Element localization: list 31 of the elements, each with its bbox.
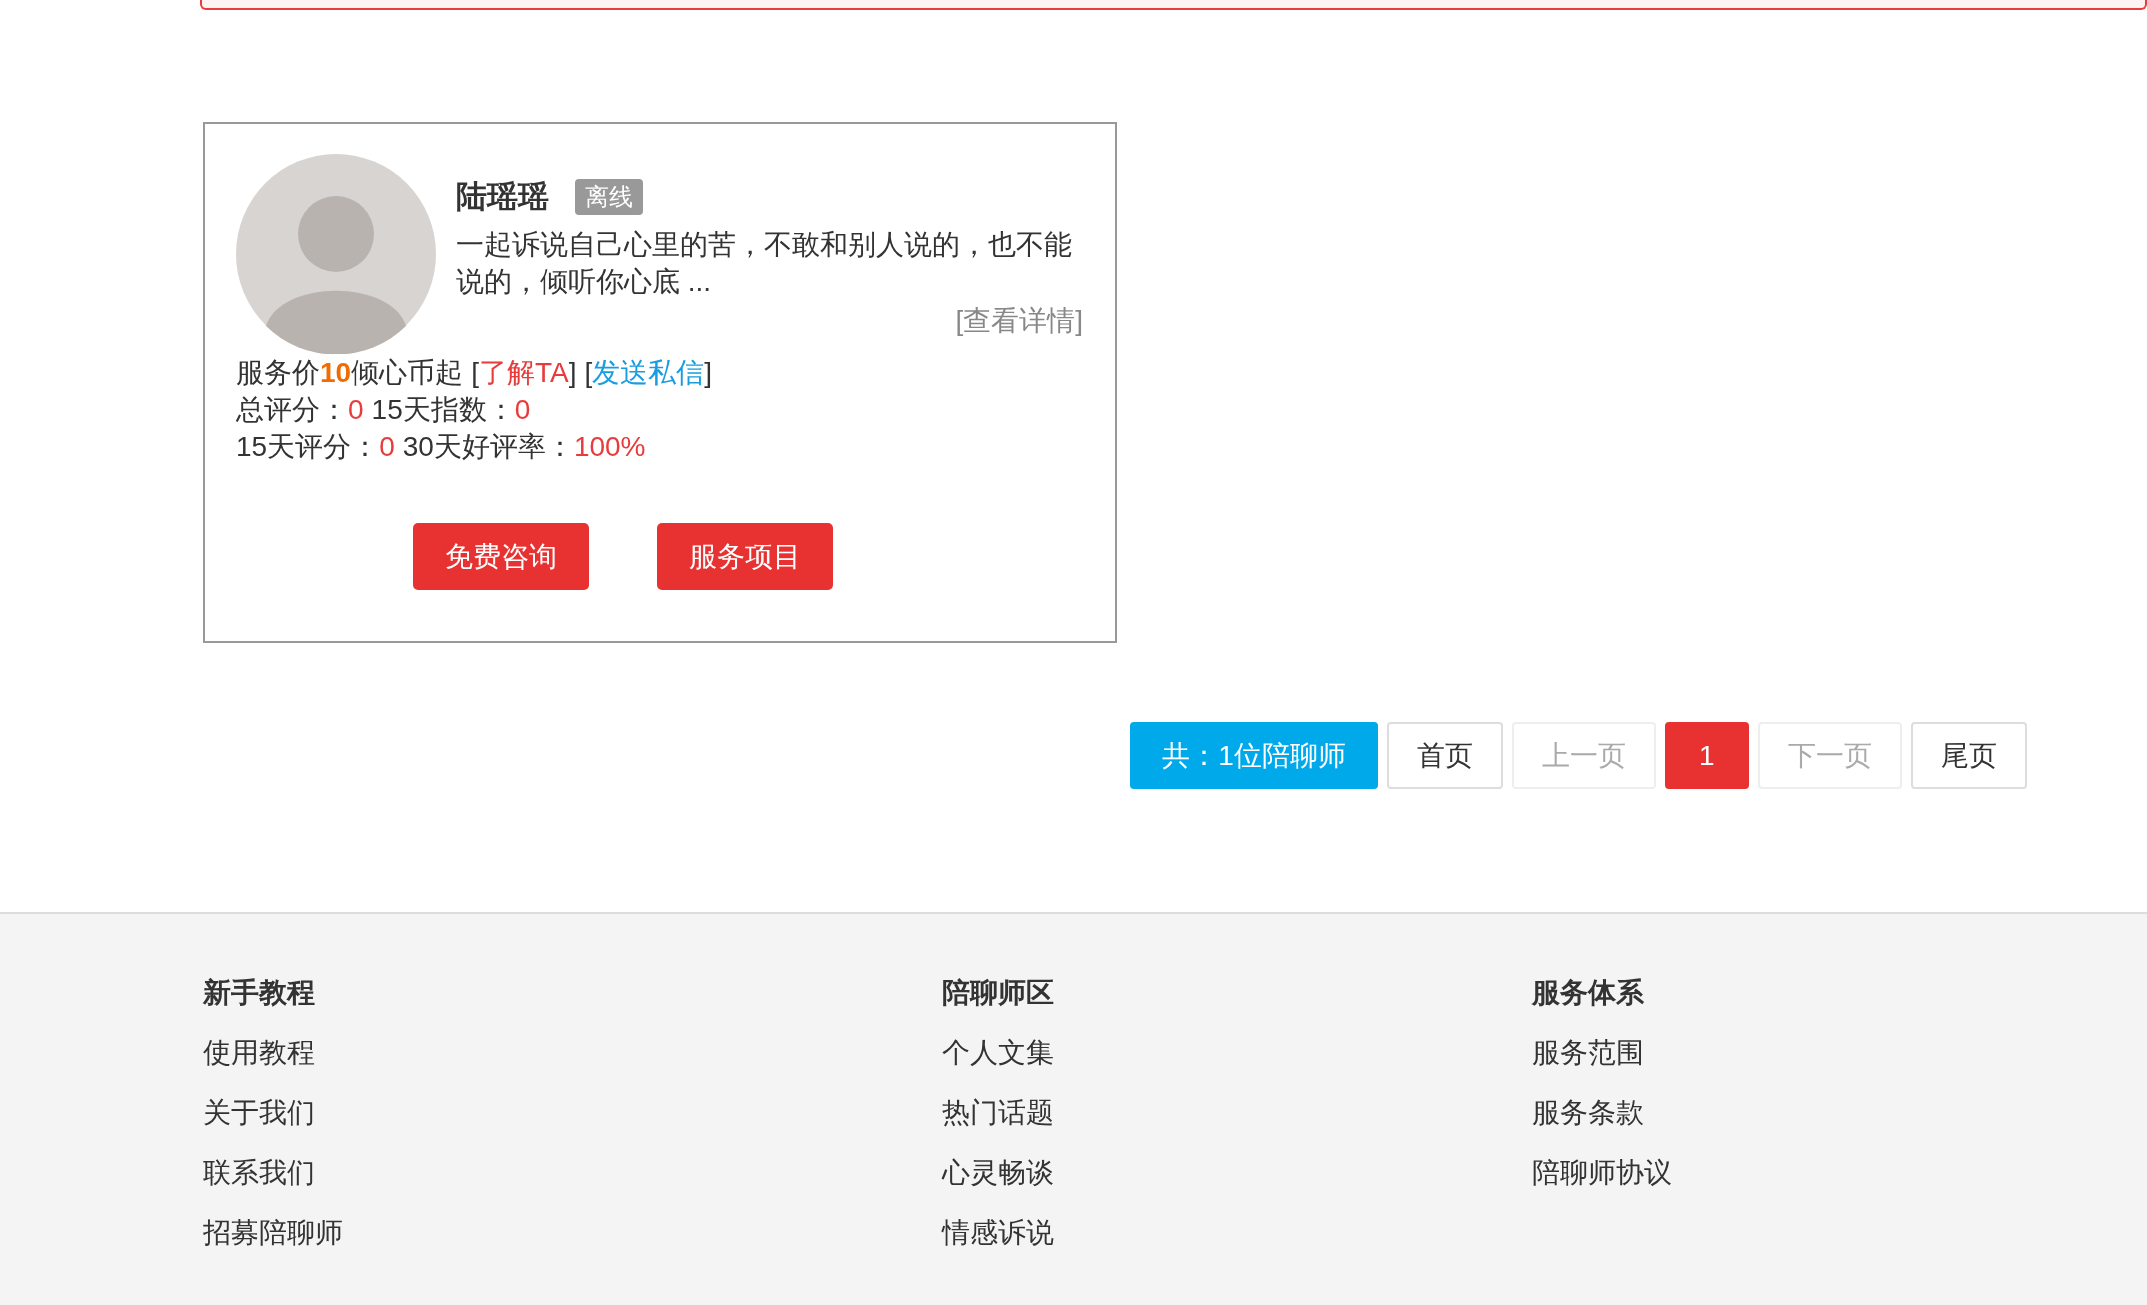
footer-heading: 陪聊师区 [942,976,1054,1010]
rating-stat: 总评分：0 [236,393,364,427]
page-button[interactable]: 首页 [1387,722,1503,789]
page-button[interactable]: 尾页 [1910,722,2027,789]
rating-stat: 15天指数：0 [371,393,531,427]
footer-link[interactable]: 心灵畅谈 [942,1154,1054,1192]
total-count: 共：1位陪聊师 [1130,722,1378,789]
footer-heading: 服务体系 [1532,976,1644,1010]
footer-link[interactable]: 服务条款 [1532,1094,1644,1132]
services-button[interactable]: 服务项目 [656,523,833,590]
footer-link[interactable]: 热门话题 [942,1094,1054,1132]
footer-heading: 新手教程 [203,976,315,1010]
footer-link[interactable]: 服务范围 [1532,1034,1644,1072]
message-link[interactable]: [发送私信] [584,354,712,391]
status-badge: 离线 [575,179,643,215]
footer-link[interactable]: 关于我们 [203,1094,315,1132]
footer-link[interactable]: 陪聊师协议 [1532,1154,1672,1192]
about-link[interactable]: [了解TA] [471,354,577,391]
rating-stat: 30天好评率：100% [402,430,646,464]
footer-link[interactable]: 联系我们 [203,1154,315,1192]
free-consult-button[interactable]: 免费咨询 [412,523,589,590]
footer-link[interactable]: 个人文集 [942,1034,1054,1072]
details-link[interactable]: [查看详情] [955,302,1083,340]
intro-text: 一起诉说自己心里的苦，不敢和别人说的，也不能说的，倾听你心底 ... [456,228,1073,299]
footer-link[interactable]: 使用教程 [203,1034,315,1072]
counsellor-name: 陆瑶瑶 [456,178,549,216]
rating-stat: 15天评分：0 [236,430,395,464]
price-text: 服务价10倾心币起 [236,356,464,390]
footer-link[interactable]: 招募陪聊师 [203,1214,343,1252]
footer-link[interactable]: 情感诉说 [942,1214,1054,1252]
page-button[interactable]: 1 [1665,722,1749,789]
